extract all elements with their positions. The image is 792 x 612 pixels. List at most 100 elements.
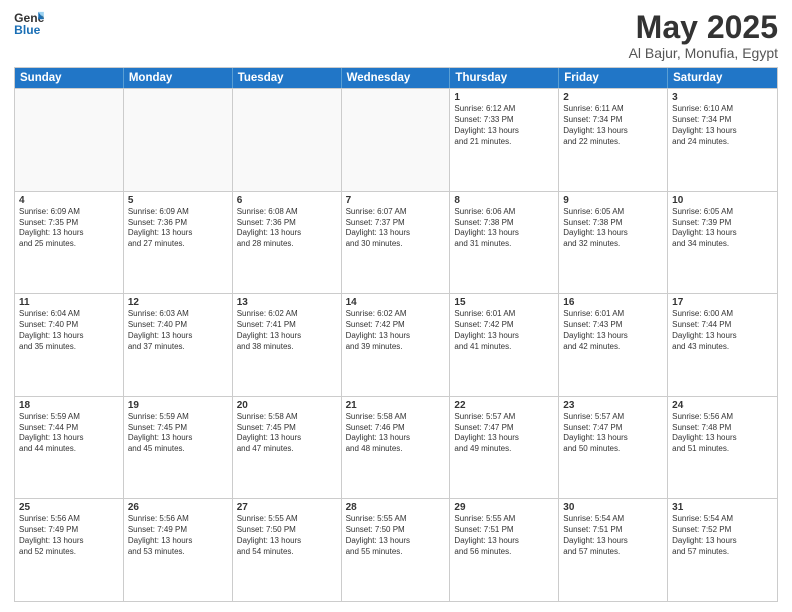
day-cell-3: 3Sunrise: 6:10 AM Sunset: 7:34 PM Daylig… xyxy=(668,89,777,191)
calendar-row-4: 18Sunrise: 5:59 AM Sunset: 7:44 PM Dayli… xyxy=(15,396,777,499)
day-number: 8 xyxy=(454,195,554,206)
header-day-monday: Monday xyxy=(124,68,233,88)
day-number: 27 xyxy=(237,502,337,513)
header-day-thursday: Thursday xyxy=(450,68,559,88)
day-info: Sunrise: 6:05 AM Sunset: 7:38 PM Dayligh… xyxy=(563,207,663,250)
calendar-body: 1Sunrise: 6:12 AM Sunset: 7:33 PM Daylig… xyxy=(15,88,777,601)
day-number: 22 xyxy=(454,400,554,411)
day-info: Sunrise: 6:02 AM Sunset: 7:42 PM Dayligh… xyxy=(346,309,446,352)
day-number: 13 xyxy=(237,297,337,308)
day-info: Sunrise: 5:59 AM Sunset: 7:44 PM Dayligh… xyxy=(19,412,119,455)
day-info: Sunrise: 6:05 AM Sunset: 7:39 PM Dayligh… xyxy=(672,207,773,250)
day-cell-16: 16Sunrise: 6:01 AM Sunset: 7:43 PM Dayli… xyxy=(559,294,668,396)
day-info: Sunrise: 6:09 AM Sunset: 7:35 PM Dayligh… xyxy=(19,207,119,250)
title-block: May 2025 Al Bajur, Monufia, Egypt xyxy=(629,10,778,61)
day-number: 23 xyxy=(563,400,663,411)
day-info: Sunrise: 5:58 AM Sunset: 7:45 PM Dayligh… xyxy=(237,412,337,455)
day-info: Sunrise: 6:01 AM Sunset: 7:43 PM Dayligh… xyxy=(563,309,663,352)
header-day-friday: Friday xyxy=(559,68,668,88)
header: General Blue May 2025 Al Bajur, Monufia,… xyxy=(14,10,778,61)
header-day-tuesday: Tuesday xyxy=(233,68,342,88)
day-info: Sunrise: 6:10 AM Sunset: 7:34 PM Dayligh… xyxy=(672,104,773,147)
day-cell-27: 27Sunrise: 5:55 AM Sunset: 7:50 PM Dayli… xyxy=(233,499,342,601)
day-number: 26 xyxy=(128,502,228,513)
empty-cell xyxy=(342,89,451,191)
header-day-saturday: Saturday xyxy=(668,68,777,88)
day-number: 11 xyxy=(19,297,119,308)
day-info: Sunrise: 6:00 AM Sunset: 7:44 PM Dayligh… xyxy=(672,309,773,352)
day-cell-31: 31Sunrise: 5:54 AM Sunset: 7:52 PM Dayli… xyxy=(668,499,777,601)
day-info: Sunrise: 5:58 AM Sunset: 7:46 PM Dayligh… xyxy=(346,412,446,455)
day-info: Sunrise: 5:56 AM Sunset: 7:49 PM Dayligh… xyxy=(128,514,228,557)
empty-cell xyxy=(15,89,124,191)
day-cell-9: 9Sunrise: 6:05 AM Sunset: 7:38 PM Daylig… xyxy=(559,192,668,294)
day-number: 19 xyxy=(128,400,228,411)
day-number: 20 xyxy=(237,400,337,411)
day-cell-1: 1Sunrise: 6:12 AM Sunset: 7:33 PM Daylig… xyxy=(450,89,559,191)
day-number: 2 xyxy=(563,92,663,103)
day-info: Sunrise: 6:06 AM Sunset: 7:38 PM Dayligh… xyxy=(454,207,554,250)
day-info: Sunrise: 5:56 AM Sunset: 7:49 PM Dayligh… xyxy=(19,514,119,557)
day-info: Sunrise: 5:55 AM Sunset: 7:50 PM Dayligh… xyxy=(346,514,446,557)
day-number: 1 xyxy=(454,92,554,103)
day-cell-24: 24Sunrise: 5:56 AM Sunset: 7:48 PM Dayli… xyxy=(668,397,777,499)
day-number: 28 xyxy=(346,502,446,513)
calendar: SundayMondayTuesdayWednesdayThursdayFrid… xyxy=(14,67,778,602)
day-cell-26: 26Sunrise: 5:56 AM Sunset: 7:49 PM Dayli… xyxy=(124,499,233,601)
day-cell-8: 8Sunrise: 6:06 AM Sunset: 7:38 PM Daylig… xyxy=(450,192,559,294)
logo: General Blue xyxy=(14,10,44,36)
day-cell-28: 28Sunrise: 5:55 AM Sunset: 7:50 PM Dayli… xyxy=(342,499,451,601)
day-cell-29: 29Sunrise: 5:55 AM Sunset: 7:51 PM Dayli… xyxy=(450,499,559,601)
day-number: 3 xyxy=(672,92,773,103)
calendar-row-2: 4Sunrise: 6:09 AM Sunset: 7:35 PM Daylig… xyxy=(15,191,777,294)
day-info: Sunrise: 5:57 AM Sunset: 7:47 PM Dayligh… xyxy=(454,412,554,455)
day-cell-14: 14Sunrise: 6:02 AM Sunset: 7:42 PM Dayli… xyxy=(342,294,451,396)
day-number: 25 xyxy=(19,502,119,513)
day-number: 6 xyxy=(237,195,337,206)
calendar-row-5: 25Sunrise: 5:56 AM Sunset: 7:49 PM Dayli… xyxy=(15,498,777,601)
day-cell-7: 7Sunrise: 6:07 AM Sunset: 7:37 PM Daylig… xyxy=(342,192,451,294)
day-number: 17 xyxy=(672,297,773,308)
day-number: 7 xyxy=(346,195,446,206)
page: General Blue May 2025 Al Bajur, Monufia,… xyxy=(0,0,792,612)
day-number: 18 xyxy=(19,400,119,411)
day-info: Sunrise: 5:59 AM Sunset: 7:45 PM Dayligh… xyxy=(128,412,228,455)
day-number: 15 xyxy=(454,297,554,308)
day-info: Sunrise: 6:09 AM Sunset: 7:36 PM Dayligh… xyxy=(128,207,228,250)
header-day-wednesday: Wednesday xyxy=(342,68,451,88)
empty-cell xyxy=(233,89,342,191)
calendar-header: SundayMondayTuesdayWednesdayThursdayFrid… xyxy=(15,68,777,88)
day-number: 16 xyxy=(563,297,663,308)
day-info: Sunrise: 5:55 AM Sunset: 7:51 PM Dayligh… xyxy=(454,514,554,557)
day-info: Sunrise: 6:04 AM Sunset: 7:40 PM Dayligh… xyxy=(19,309,119,352)
sub-title: Al Bajur, Monufia, Egypt xyxy=(629,45,778,61)
calendar-row-1: 1Sunrise: 6:12 AM Sunset: 7:33 PM Daylig… xyxy=(15,88,777,191)
day-number: 30 xyxy=(563,502,663,513)
day-cell-25: 25Sunrise: 5:56 AM Sunset: 7:49 PM Dayli… xyxy=(15,499,124,601)
day-info: Sunrise: 5:54 AM Sunset: 7:51 PM Dayligh… xyxy=(563,514,663,557)
day-number: 14 xyxy=(346,297,446,308)
empty-cell xyxy=(124,89,233,191)
day-cell-6: 6Sunrise: 6:08 AM Sunset: 7:36 PM Daylig… xyxy=(233,192,342,294)
day-info: Sunrise: 6:08 AM Sunset: 7:36 PM Dayligh… xyxy=(237,207,337,250)
day-cell-18: 18Sunrise: 5:59 AM Sunset: 7:44 PM Dayli… xyxy=(15,397,124,499)
svg-text:Blue: Blue xyxy=(14,23,40,36)
day-number: 5 xyxy=(128,195,228,206)
calendar-row-3: 11Sunrise: 6:04 AM Sunset: 7:40 PM Dayli… xyxy=(15,293,777,396)
day-cell-5: 5Sunrise: 6:09 AM Sunset: 7:36 PM Daylig… xyxy=(124,192,233,294)
day-info: Sunrise: 6:12 AM Sunset: 7:33 PM Dayligh… xyxy=(454,104,554,147)
day-info: Sunrise: 6:03 AM Sunset: 7:40 PM Dayligh… xyxy=(128,309,228,352)
day-cell-2: 2Sunrise: 6:11 AM Sunset: 7:34 PM Daylig… xyxy=(559,89,668,191)
day-number: 12 xyxy=(128,297,228,308)
day-cell-12: 12Sunrise: 6:03 AM Sunset: 7:40 PM Dayli… xyxy=(124,294,233,396)
logo-icon: General Blue xyxy=(14,10,44,36)
day-cell-19: 19Sunrise: 5:59 AM Sunset: 7:45 PM Dayli… xyxy=(124,397,233,499)
day-info: Sunrise: 5:55 AM Sunset: 7:50 PM Dayligh… xyxy=(237,514,337,557)
day-info: Sunrise: 5:54 AM Sunset: 7:52 PM Dayligh… xyxy=(672,514,773,557)
day-info: Sunrise: 6:11 AM Sunset: 7:34 PM Dayligh… xyxy=(563,104,663,147)
day-number: 21 xyxy=(346,400,446,411)
day-info: Sunrise: 5:56 AM Sunset: 7:48 PM Dayligh… xyxy=(672,412,773,455)
day-cell-11: 11Sunrise: 6:04 AM Sunset: 7:40 PM Dayli… xyxy=(15,294,124,396)
day-number: 4 xyxy=(19,195,119,206)
header-day-sunday: Sunday xyxy=(15,68,124,88)
